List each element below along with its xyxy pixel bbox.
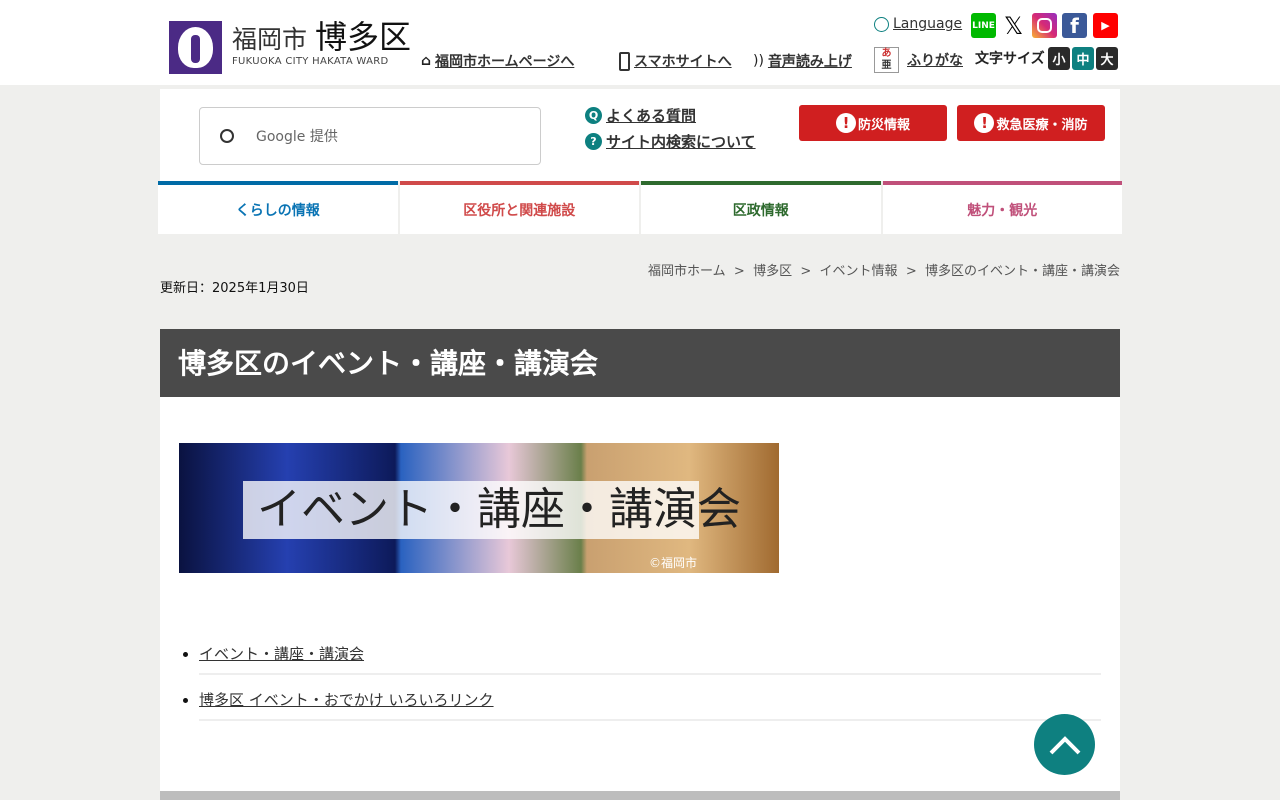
font-size-label: 文字サイズ <box>975 51 1045 67</box>
emergency-medical-label: 救急医療・消防 <box>996 117 1088 133</box>
city-emblem-icon <box>169 21 222 74</box>
line-icon[interactable]: LINE <box>971 13 996 38</box>
nav-ward-admin[interactable]: 区政情報 <box>641 181 881 234</box>
q-icon: Q <box>585 107 602 124</box>
alert-icon: ! <box>974 113 995 133</box>
events-lectures-link[interactable]: イベント・講座・講演会 <box>199 645 364 663</box>
read-aloud-label[interactable]: 音声読み上げ <box>768 51 852 71</box>
breadcrumb-sep: > <box>733 264 745 279</box>
instagram-icon[interactable] <box>1032 13 1057 38</box>
font-size-large-button[interactable]: 大 <box>1096 47 1118 70</box>
site-logo[interactable]: 福岡市 博多区 FUKUOKA CITY HAKATA WARD <box>169 21 411 74</box>
updated-date: 更新日：2025年1月30日 <box>160 281 309 296</box>
breadcrumb-sep: > <box>905 264 917 279</box>
logo-english: FUKUOKA CITY HAKATA WARD <box>232 56 389 67</box>
read-aloud-link[interactable]: )) 音声読み上げ <box>753 51 852 71</box>
nav-attractions[interactable]: 魅力・観光 <box>882 181 1122 234</box>
furigana-label[interactable]: ふりがな <box>907 50 963 70</box>
font-size-medium-button[interactable]: 中 <box>1072 47 1094 70</box>
list-item: イベント・講座・講演会 <box>199 629 1101 675</box>
hakata-outing-links-link[interactable]: 博多区 イベント・おでかけ いろいろリンク <box>199 691 494 709</box>
chevron-up-icon <box>1049 735 1080 754</box>
breadcrumb-sep: > <box>800 264 812 279</box>
faq-link[interactable]: Q よくある質問 <box>585 105 696 126</box>
breadcrumb: 福岡市ホーム > 博多区 > イベント情報 > 博多区のイベント・講座・講演会 <box>648 260 1120 279</box>
disaster-info-button[interactable]: ! 防災情報 <box>799 105 947 141</box>
search-input[interactable]: Google 提供 <box>199 107 541 165</box>
logo-ward: 博多区 <box>314 18 411 56</box>
global-nav: くらしの情報 区役所と関連施設 区政情報 魅力・観光 <box>158 181 1122 234</box>
facebook-icon[interactable]: f <box>1062 13 1087 38</box>
search-placeholder: Google 提供 <box>256 129 338 145</box>
list-item: 博多区 イベント・おでかけ いろいろリンク <box>199 675 1101 721</box>
search-icon <box>220 129 234 143</box>
event-banner-image: イベント・講座・講演会 ©福岡市 <box>179 443 779 573</box>
utility-bar: Google 提供 Q よくある質問 ? サイト内検索について ! 防災情報 ! 救急医… <box>160 89 1120 181</box>
smartphone-label[interactable]: スマホサイトへ <box>634 51 732 71</box>
youtube-icon[interactable]: ▶ <box>1093 13 1118 38</box>
footer-bar <box>160 791 1120 800</box>
breadcrumb-hakata[interactable]: 博多区 <box>753 264 792 279</box>
city-home-label[interactable]: 福岡市ホームページへ <box>435 51 574 71</box>
emergency-medical-button[interactable]: ! 救急医療・消防 <box>957 105 1105 141</box>
breadcrumb-home[interactable]: 福岡市ホーム <box>648 264 726 279</box>
page-title: 博多区のイベント・講座・講演会 <box>160 329 1120 397</box>
search-help-label[interactable]: サイト内検索について <box>606 131 756 152</box>
font-size-small-button[interactable]: 小 <box>1048 47 1070 70</box>
site-header: 福岡市 博多区 FUKUOKA CITY HAKATA WARD ⌂ 福岡市ホーム… <box>0 0 1280 85</box>
sound-icon: )) <box>753 53 764 69</box>
furigana-icon: あ亜 <box>874 47 899 73</box>
question-icon: ? <box>585 133 602 150</box>
nav-ward-office[interactable]: 区役所と関連施設 <box>399 181 639 234</box>
banner-caption: イベント・講座・講演会 <box>243 481 741 539</box>
link-list: イベント・講座・講演会 博多区 イベント・おでかけ いろいろリンク <box>199 629 1101 721</box>
smartphone-icon <box>619 51 630 71</box>
nav-living[interactable]: くらしの情報 <box>158 181 398 234</box>
home-icon: ⌂ <box>421 53 432 69</box>
language-link[interactable]: Language <box>874 16 962 32</box>
faq-label[interactable]: よくある質問 <box>606 105 696 126</box>
logo-city: 福岡市 <box>232 25 308 54</box>
disaster-info-label: 防災情報 <box>857 117 910 133</box>
back-to-top-button[interactable] <box>1034 714 1095 775</box>
breadcrumb-events: イベント情報 <box>819 264 898 279</box>
smartphone-link[interactable]: スマホサイトへ <box>619 51 732 71</box>
breadcrumb-current: 博多区のイベント・講座・講演会 <box>924 264 1120 279</box>
search-help-link[interactable]: ? サイト内検索について <box>585 131 756 152</box>
main-content: 博多区のイベント・講座・講演会 イベント・講座・講演会 ©福岡市 イベント・講座… <box>160 329 1120 800</box>
city-home-link[interactable]: ⌂ 福岡市ホームページへ <box>421 51 574 71</box>
furigana-link[interactable]: あ亜ふりがな <box>874 47 963 73</box>
x-icon[interactable]: 𝕏 <box>1001 12 1026 40</box>
alert-icon: ! <box>835 113 856 133</box>
banner-credit: ©福岡市 <box>648 556 697 570</box>
globe-icon <box>874 16 889 32</box>
language-label[interactable]: Language <box>893 16 962 32</box>
